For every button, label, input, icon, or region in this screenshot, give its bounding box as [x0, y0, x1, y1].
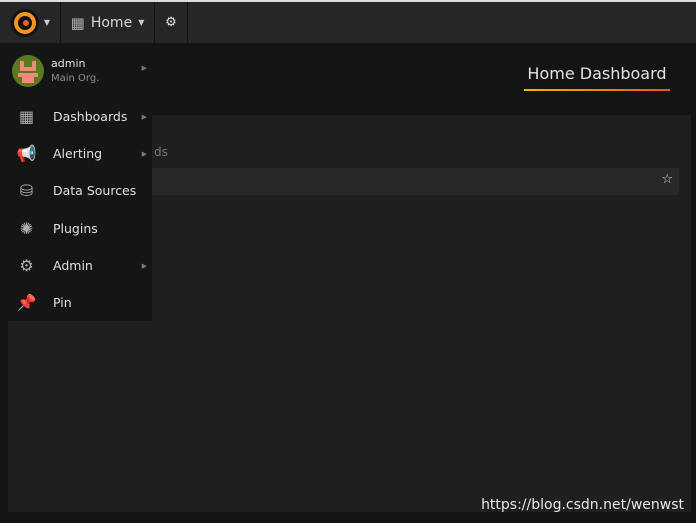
settings-button[interactable]: ⚙ [155, 2, 188, 43]
user-menu[interactable]: admin Main Org. ▶ [0, 43, 152, 99]
menu-item-label: Pin [53, 295, 72, 310]
top-navbar: ▼ ▦ Home ▼ ⚙ [0, 0, 696, 43]
dashboards-icon: ▦ [70, 13, 85, 32]
pin-icon: 📌 [16, 293, 37, 312]
home-label: Home [90, 14, 133, 31]
chevron-right-icon: ▶ [141, 149, 147, 158]
panel-heading: ds [154, 145, 168, 159]
chevron-right-icon: ▶ [141, 64, 147, 72]
dashboards-icon: ▦ [18, 107, 35, 126]
menu-item-label: Dashboards [53, 109, 128, 124]
caret-down-icon: ▼ [43, 18, 51, 27]
grafana-menu-button[interactable]: ▼ [0, 2, 61, 43]
user-org: Main Org. [51, 73, 100, 84]
menu-item-label: Admin [53, 258, 93, 273]
user-name: admin [51, 57, 86, 70]
chevron-right-icon: ▶ [141, 112, 147, 121]
cogs-icon: ⚙ [19, 256, 34, 275]
menu-item-dashboards[interactable]: ▦ Dashboards ▶ [0, 98, 152, 135]
menu-item-label: Alerting [53, 146, 103, 161]
side-menu: admin Main Org. ▶ ▦ Dashboards ▶ 📢 Alerting… [0, 43, 152, 321]
page-title: Home Dashboard [524, 64, 670, 91]
menu-item-label: Data Sources [53, 183, 137, 198]
menu-item-data-sources[interactable]: ⛁ Data Sources [0, 172, 152, 209]
menu-item-pin[interactable]: 📌 Pin [0, 284, 152, 321]
menu-item-alerting[interactable]: 📢 Alerting ▶ [0, 135, 152, 172]
grafana-logo-icon [10, 8, 39, 37]
watermark: https://blog.csdn.net/wenwst [481, 497, 684, 513]
megaphone-icon: 📢 [16, 144, 37, 163]
menu-item-admin[interactable]: ⚙ Admin ▶ [0, 247, 152, 284]
star-icon[interactable]: ☆ [661, 172, 673, 187]
database-icon: ⛁ [19, 181, 34, 200]
plugins-icon: ✺ [19, 219, 34, 238]
menu-item-label: Plugins [53, 221, 98, 236]
caret-down-icon: ▼ [138, 18, 145, 27]
dashboard-picker-button[interactable]: ▦ Home ▼ [61, 2, 155, 43]
gear-icon: ⚙ [165, 15, 177, 30]
chevron-right-icon: ▶ [141, 261, 147, 270]
avatar [12, 55, 44, 87]
menu-item-plugins[interactable]: ✺ Plugins [0, 210, 152, 247]
